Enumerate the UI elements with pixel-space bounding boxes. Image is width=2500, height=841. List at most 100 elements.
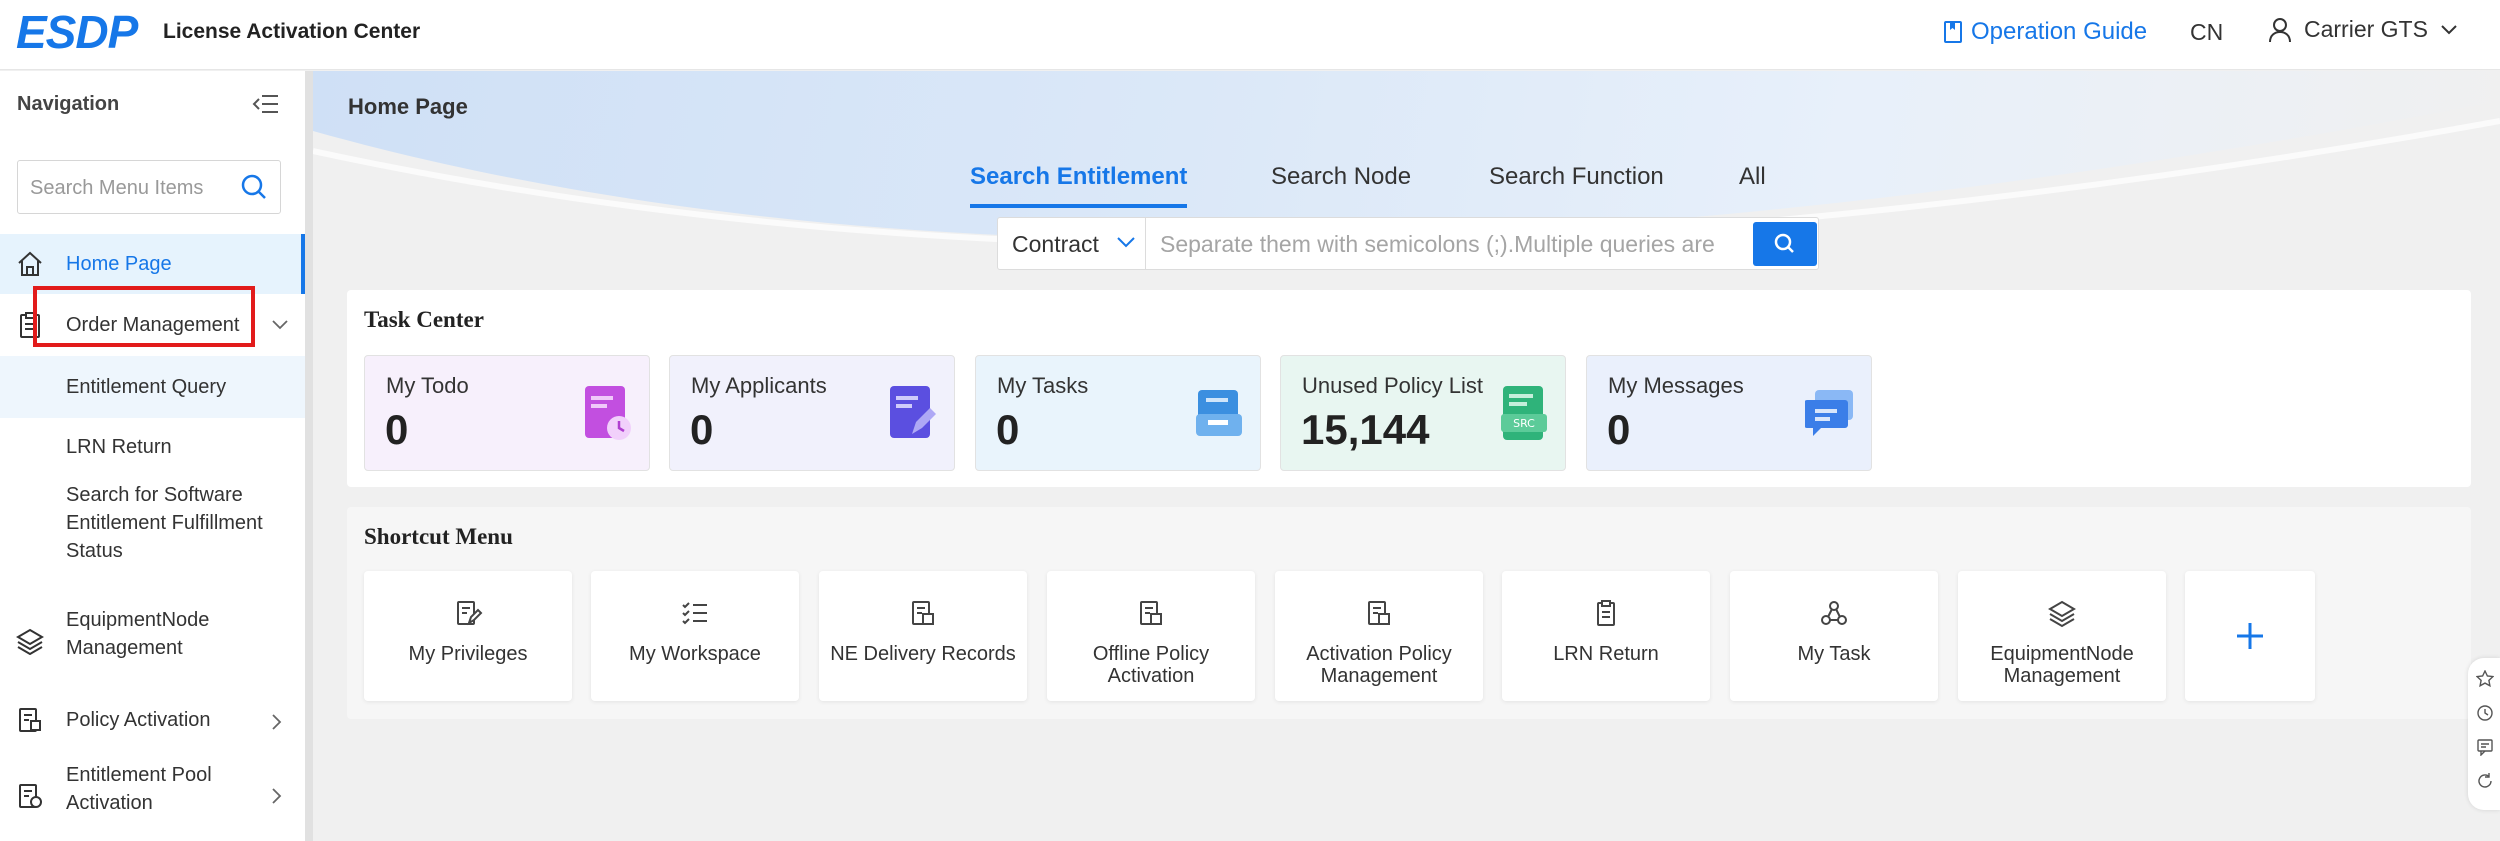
policy-doc-icon	[19, 708, 41, 732]
sidebar-item-label: Entitlement Fulfillment	[66, 512, 263, 534]
layers-icon	[16, 628, 44, 655]
search-type-select[interactable]: Contract	[998, 218, 1146, 269]
sidebar-item-search-software-fulfillment[interactable]: Search for Software Entitlement Fulfillm…	[0, 481, 305, 581]
refresh-icon[interactable]	[2476, 772, 2494, 790]
task-card-my-messages[interactable]: My Messages 0	[1586, 355, 1872, 471]
offline-policy-doc-icon	[1140, 601, 1162, 625]
search-icon[interactable]	[240, 173, 268, 201]
sidebar-item-label: EquipmentNode	[66, 609, 210, 631]
layers-icon	[2048, 600, 2076, 628]
shortcut-ne-delivery-records[interactable]: NE Delivery Records	[819, 571, 1027, 701]
add-shortcut-button[interactable]	[2185, 571, 2315, 701]
policy-management-doc-icon	[1368, 601, 1390, 625]
user-name: Carrier GTS	[2304, 16, 2428, 42]
history-icon[interactable]	[2476, 704, 2494, 722]
task-card-label: My Todo	[386, 373, 469, 398]
shortcut-activation-policy-management[interactable]: Activation Policy Management	[1275, 571, 1483, 701]
sidebar-item-label: LRN Return	[66, 436, 172, 458]
sidebar-item-home[interactable]: Home Page	[0, 234, 305, 294]
task-card-count: 15,144	[1301, 406, 1430, 453]
feedback-icon[interactable]	[2476, 738, 2494, 756]
language-switch[interactable]: CN	[2190, 19, 2223, 46]
svg-text:SRC: SRC	[1513, 417, 1535, 430]
menu-search-box[interactable]	[17, 160, 281, 214]
page-title: Home Page	[348, 94, 468, 119]
search-button[interactable]	[1753, 222, 1817, 266]
shortcut-label: EquipmentNode Management	[1990, 643, 2134, 687]
sidebar-item-equipmentnode-management[interactable]: EquipmentNode Management	[0, 606, 305, 676]
sidebar-item-entitlement-query[interactable]: Entitlement Query	[0, 356, 305, 418]
sidebar-item-label: Policy Activation	[66, 709, 211, 731]
tab-search-node[interactable]: Search Node	[1271, 160, 1411, 208]
navigation-title: Navigation	[17, 93, 120, 115]
task-network-icon	[1821, 601, 1847, 625]
user-menu[interactable]: Carrier GTS	[2268, 16, 2458, 43]
home-icon	[18, 251, 42, 276]
task-card-my-todo[interactable]: My Todo 0	[364, 355, 650, 471]
delivery-doc-icon	[912, 601, 934, 625]
shortcut-my-workspace[interactable]: My Workspace	[591, 571, 799, 701]
policy-src-file-icon: SRC	[1501, 386, 1547, 440]
top-header: ESDP License Activation Center Operation…	[0, 0, 2500, 70]
collapse-sidebar-button[interactable]	[252, 91, 282, 119]
shortcut-menu-title: Shortcut Menu	[364, 524, 513, 549]
shortcut-label: LRN Return	[1553, 643, 1659, 665]
sidebar-item-label: Entitlement Pool	[66, 764, 212, 786]
tab-search-function[interactable]: Search Function	[1489, 160, 1664, 208]
task-card-label: Unused Policy List	[1302, 373, 1483, 398]
task-card-label: My Tasks	[997, 373, 1089, 398]
menu-search-input[interactable]	[30, 173, 230, 203]
highlight-annotation-box	[33, 286, 255, 347]
floating-toolbar	[2468, 658, 2500, 810]
sidebar-item-entitlement-pool-activation[interactable]: Entitlement Pool Activation	[0, 761, 305, 831]
tab-search-entitlement[interactable]: Search Entitlement	[970, 160, 1188, 208]
sidebar-scrollbar[interactable]	[305, 71, 313, 841]
shortcut-label: My Privileges	[408, 643, 528, 665]
task-center-title: Task Center	[364, 307, 484, 332]
task-card-count: 0	[385, 406, 409, 453]
tasks-tray-icon	[1196, 390, 1242, 436]
task-card-label: My Applicants	[691, 373, 827, 398]
shortcut-label: My Workspace	[629, 643, 761, 665]
chevron-down-icon	[272, 320, 288, 330]
entitlement-search-input[interactable]	[1160, 228, 1715, 260]
esdp-logo[interactable]: ESDP	[16, 9, 138, 55]
sidebar-item-lrn-return[interactable]: LRN Return	[0, 418, 305, 478]
checklist-icon	[682, 602, 707, 625]
sidebar-item-label: Search for Software	[66, 484, 243, 506]
privileges-doc-icon	[457, 601, 483, 626]
messages-chat-icon	[1805, 390, 1853, 436]
search-type-value: Contract	[1012, 231, 1099, 257]
book-icon	[1944, 21, 1962, 43]
operation-guide-label: Operation Guide	[1971, 18, 2148, 45]
task-card-label: My Messages	[1608, 373, 1744, 398]
app-title: License Activation Center	[163, 20, 421, 43]
shortcut-my-task[interactable]: My Task	[1730, 571, 1938, 701]
search-icon	[1774, 233, 1794, 253]
shortcut-equipmentnode-management[interactable]: EquipmentNode Management	[1958, 571, 2166, 701]
chevron-down-icon	[1117, 237, 1135, 248]
operation-guide-link[interactable]: Operation Guide	[1943, 18, 2147, 46]
shortcut-label: NE Delivery Records	[830, 643, 1016, 665]
shortcut-lrn-return[interactable]: LRN Return	[1502, 571, 1710, 701]
applicant-doc-pen-icon	[890, 386, 936, 438]
sidebar-item-label: Activation	[66, 792, 153, 814]
shortcut-my-privileges[interactable]: My Privileges	[364, 571, 572, 701]
shortcut-label: My Task	[1797, 643, 1871, 665]
chevron-down-icon	[2441, 24, 2457, 34]
task-card-my-applicants[interactable]: My Applicants 0	[669, 355, 955, 471]
todo-doc-clock-icon	[585, 386, 631, 440]
task-card-count: 0	[690, 406, 714, 453]
shortcut-offline-policy-activation[interactable]: Offline Policy Activation	[1047, 571, 1255, 701]
clipboard-icon	[1597, 600, 1615, 626]
task-card-unused-policy-list[interactable]: Unused Policy List 15,144 SRC	[1280, 355, 1566, 471]
task-card-my-tasks[interactable]: My Tasks 0	[975, 355, 1261, 471]
chevron-right-icon	[272, 714, 282, 730]
tab-all[interactable]: All	[1739, 160, 1766, 208]
sidebar: Navigation Home Page Order Management En…	[0, 71, 305, 841]
sidebar-item-label: Entitlement Query	[66, 376, 227, 398]
star-icon[interactable]	[2476, 670, 2494, 688]
entitlement-search-bar: Contract	[997, 217, 1819, 270]
chevron-right-icon	[272, 788, 282, 804]
sidebar-item-policy-activation[interactable]: Policy Activation	[0, 690, 305, 750]
